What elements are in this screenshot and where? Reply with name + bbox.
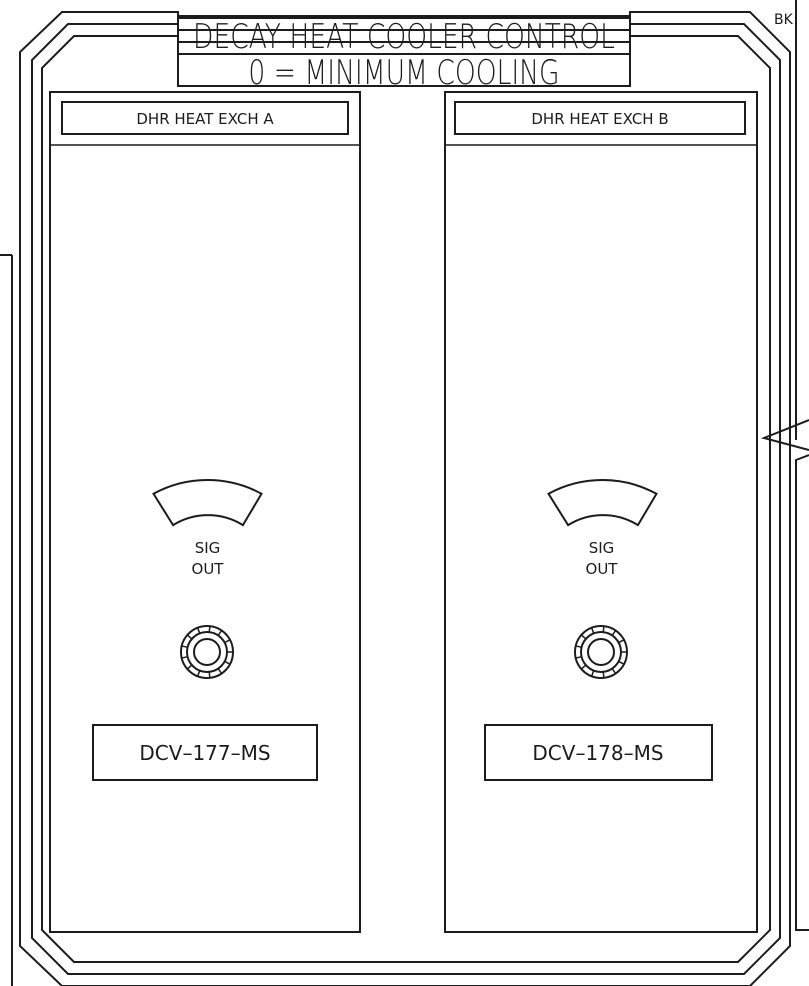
section-b-signal-meter: [547, 479, 658, 527]
section-a-tag: DCV–177–MS: [139, 741, 270, 765]
section-b-indicator-label-1: SIG: [589, 539, 615, 557]
title-line-1: DECAY HEAT COOLER CONTROL: [193, 18, 615, 57]
section-b-tag: DCV–178–MS: [532, 741, 663, 765]
section-b-outer-frame: [444, 91, 758, 933]
section-b-header: DHR HEAT EXCH B: [531, 110, 668, 128]
right-edge-line-lower: [795, 454, 809, 931]
section-b-indicator-label-2: OUT: [586, 560, 619, 578]
panel-middle-border: [31, 23, 781, 975]
panel-outer-border: [19, 11, 791, 986]
section-a-indicator-label-1: SIG: [195, 539, 221, 557]
section-b-control-knob[interactable]: [574, 625, 628, 679]
section-a-outer-frame: [49, 91, 361, 933]
title-nameplate: DECAY HEAT COOLER CONTROL 0 = MINIMUM CO…: [177, 15, 631, 93]
control-panel-drawing: BK DECAY HEAT COOLER CONTROL 0 = MINIMUM…: [0, 0, 809, 986]
panel-inner-border: [41, 35, 771, 963]
section-a-indicator-label-2: OUT: [192, 560, 225, 578]
section-a-header: DHR HEAT EXCH A: [136, 110, 274, 128]
corner-tag: BK: [774, 12, 794, 28]
section-a-signal-meter: [152, 479, 263, 527]
section-a-control-knob[interactable]: [180, 625, 234, 679]
section-a: DHR HEAT EXCH A SIG OUT DCV–177–MS: [49, 91, 361, 933]
title-line-2: 0 = MINIMUM COOLING: [248, 54, 559, 93]
section-b: DHR HEAT EXCH B SIG OUT DCV–178–MS: [444, 91, 758, 933]
